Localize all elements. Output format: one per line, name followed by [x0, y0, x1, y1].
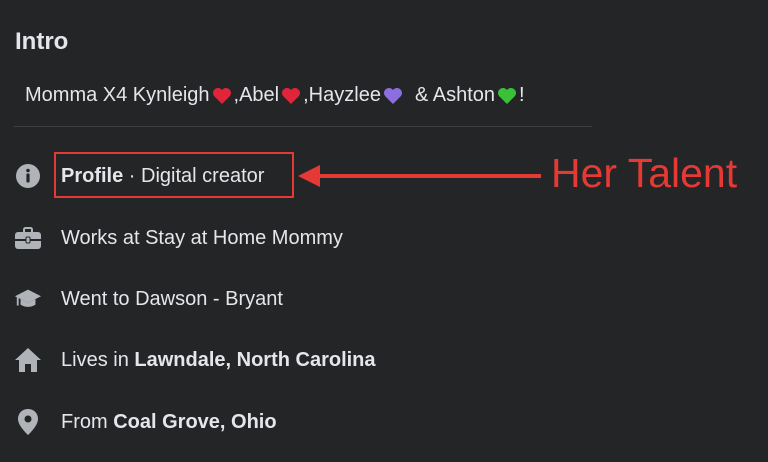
lives-prefix: Lives in	[61, 348, 135, 371]
red-heart-icon	[282, 87, 301, 104]
from-row[interactable]: From Coal Grove, Ohio	[14, 406, 277, 438]
work-text: Works at Stay at Home Mommy	[61, 226, 343, 249]
green-heart-icon	[498, 87, 516, 104]
bio-part-5: !	[519, 84, 525, 106]
bio-part-4: & Ashton	[414, 84, 495, 106]
location-pin-icon	[14, 408, 42, 436]
divider	[14, 126, 592, 127]
work-row[interactable]: Works at Stay at Home Mommy	[14, 222, 343, 254]
bio-part-1: Momma X4 Kynleigh	[25, 84, 210, 106]
education-text: Went to Dawson - Bryant	[61, 287, 283, 310]
lives-row[interactable]: Lives in Lawndale, North Carolina	[14, 344, 376, 376]
from-place[interactable]: Coal Grove, Ohio	[113, 411, 276, 434]
home-icon	[14, 346, 42, 374]
purple-heart-icon	[383, 87, 402, 104]
lives-place[interactable]: Lawndale, North Carolina	[134, 349, 375, 372]
intro-card: Intro Momma X4 Kynleigh ,Abel ,Hayzlee &…	[0, 0, 768, 462]
graduation-cap-icon	[14, 285, 42, 313]
highlight-box	[54, 152, 294, 198]
bio-part-2: ,Abel	[233, 84, 280, 106]
intro-title: Intro	[15, 28, 69, 55]
education-row[interactable]: Went to Dawson - Bryant	[14, 283, 283, 315]
from-prefix: From	[61, 410, 114, 433]
briefcase-icon	[14, 224, 42, 252]
info-icon	[14, 162, 42, 190]
bio-part-3: ,Hayzlee	[303, 84, 381, 106]
red-heart-icon	[212, 87, 231, 104]
annotation-label: Her Talent	[551, 150, 738, 196]
annotation-arrow	[298, 165, 541, 187]
bio-text: Momma X4 Kynleigh ,Abel ,Hayzlee & Ashto…	[25, 84, 525, 107]
